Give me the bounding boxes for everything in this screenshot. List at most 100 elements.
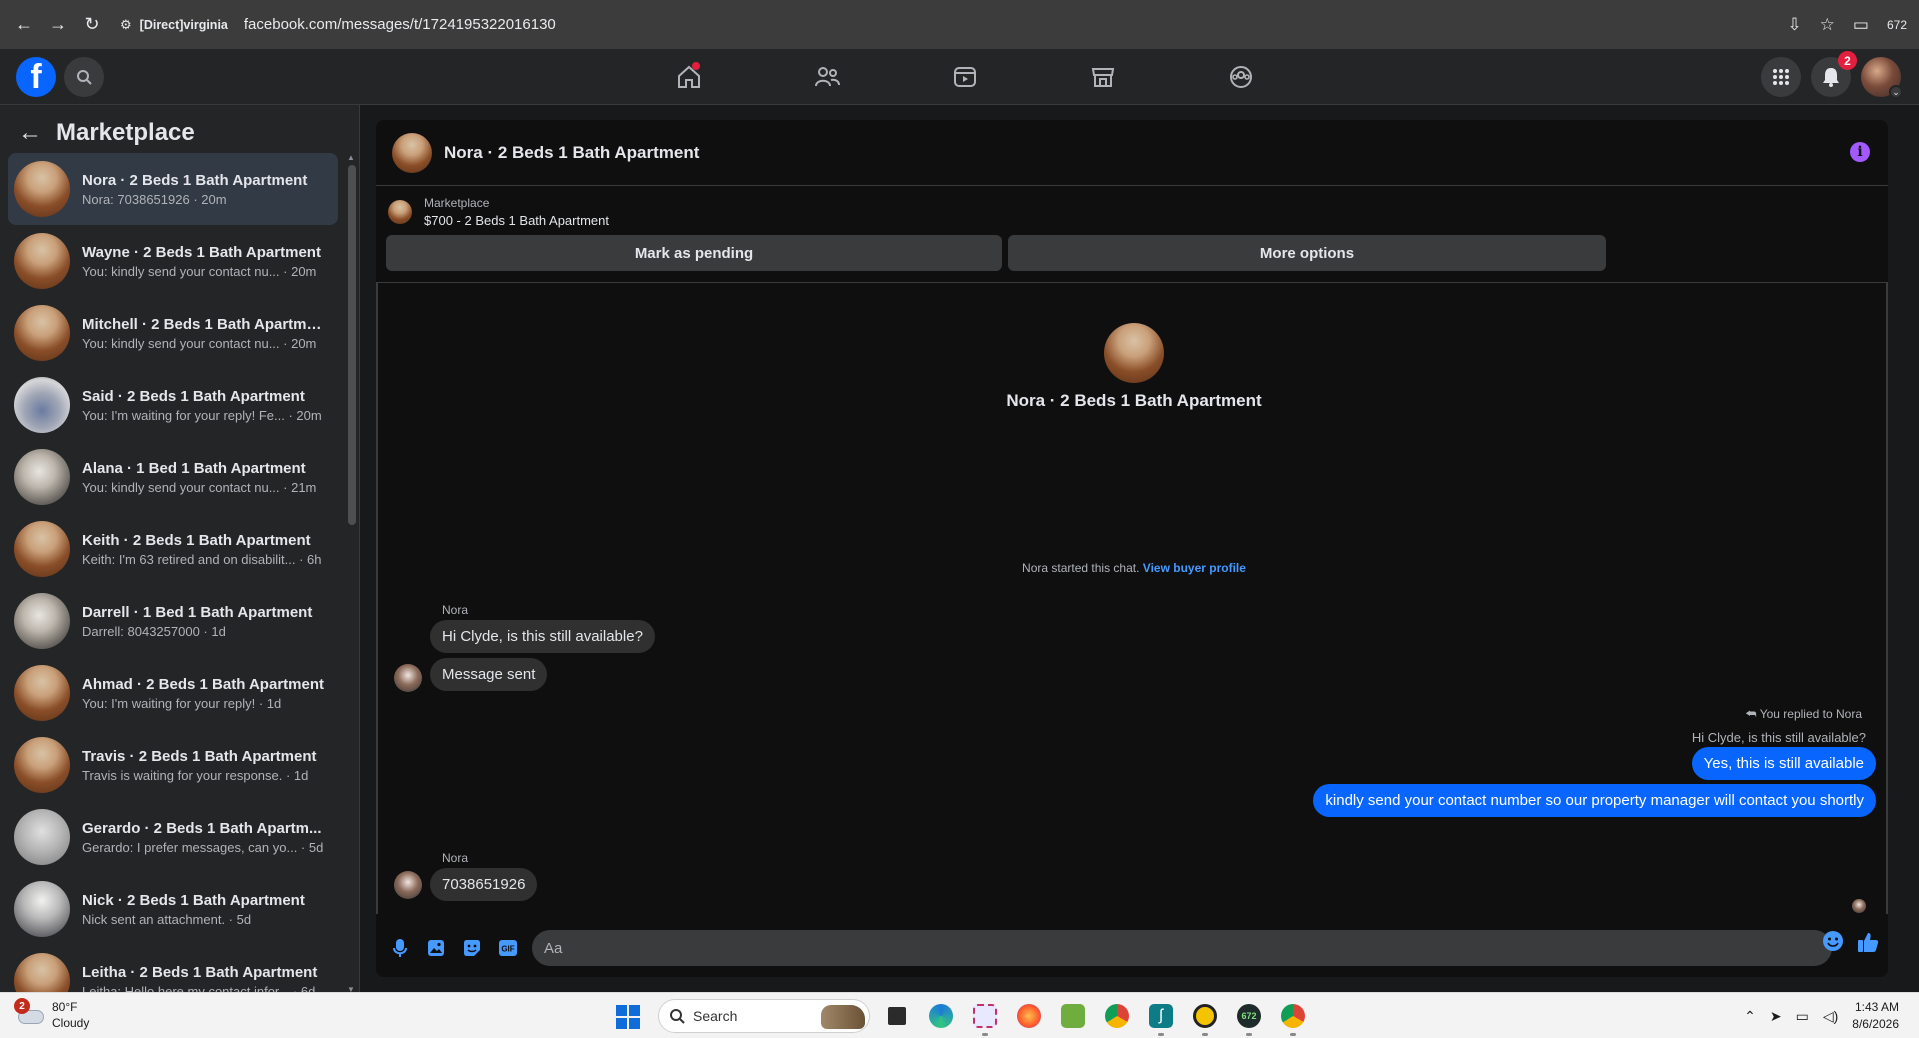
sticker-button[interactable] [454, 930, 490, 966]
sender-avatar[interactable] [394, 664, 422, 692]
taskbar-chrome-profile[interactable] [1276, 999, 1310, 1036]
conversation-item[interactable]: Mitchell · 2 Beds 1 Bath Apartme... You: … [8, 297, 338, 369]
taskbar-chrome[interactable] [1100, 999, 1134, 1033]
extension-label[interactable]: [Direct]virginia [140, 18, 228, 32]
like-button[interactable] [1856, 930, 1880, 958]
more-options-button[interactable]: More options [1008, 235, 1606, 271]
conversation-name: Darrell · 1 Bed 1 Bath Apartment [82, 603, 313, 621]
conversation-thumbnail [14, 449, 70, 505]
windows-logo-icon [629, 1005, 640, 1016]
message-bubble-incoming[interactable]: Message sent [430, 658, 548, 691]
video-icon [954, 67, 976, 87]
tab-search-icon[interactable]: ▭ [1853, 15, 1869, 35]
conversation-item[interactable]: Nick · 2 Beds 1 Bath Apartment Nick sent … [8, 873, 338, 945]
conversation-item[interactable]: Nora · 2 Beds 1 Bath Apartment Nora: 7038… [8, 153, 338, 225]
conversation-preview: Darrell: 8043257000 · 1d [82, 623, 226, 639]
conversation-thumbnail [14, 521, 70, 577]
conversation-name: Travis · 2 Beds 1 Bath Apartment [82, 747, 317, 765]
intro-avatar [1104, 323, 1164, 383]
groups-tab[interactable] [1172, 49, 1310, 105]
marketplace-tab[interactable] [1034, 49, 1172, 105]
quoted-message[interactable]: Hi Clyde, is this still available? [1692, 730, 1866, 745]
volume-icon[interactable]: ◁) [1823, 1008, 1838, 1025]
taskbar-edge[interactable] [924, 999, 958, 1033]
info-icon[interactable]: i [1850, 142, 1870, 162]
network-icon[interactable]: ▭ [1796, 1008, 1809, 1025]
reload-icon[interactable]: ↻ [78, 11, 106, 39]
menu-button[interactable] [1761, 57, 1801, 97]
forward-arrow-icon[interactable]: → [44, 11, 72, 39]
home-tab[interactable] [620, 49, 758, 105]
message-bubble-outgoing[interactable]: Yes, this is still available [1691, 747, 1876, 780]
gif-button[interactable]: GIF [490, 930, 526, 966]
listing-summary[interactable]: Marketplace $700 - 2 Beds 1 Bath Apartme… [388, 196, 609, 228]
facebook-logo-icon[interactable]: f [16, 57, 56, 97]
scroll-up-icon[interactable]: ▲ [347, 153, 355, 162]
attach-photo-button[interactable] [418, 930, 454, 966]
bookmark-star-icon[interactable]: ☆ [1820, 15, 1835, 35]
conversation-name: Nora · 2 Beds 1 Bath Apartment [82, 171, 308, 189]
conversation-list: Nora · 2 Beds 1 Bath Apartment Nora: 7038… [8, 153, 338, 992]
taskbar-app-chart[interactable] [1056, 999, 1090, 1033]
message-bubble-incoming[interactable]: 7038651926 [430, 868, 538, 901]
task-view-icon [888, 1007, 906, 1025]
taskbar-app-s[interactable]: ʃ [1144, 999, 1178, 1036]
conversation-item[interactable]: Wayne · 2 Beds 1 Bath Apartment You: kind… [8, 225, 338, 297]
conversation-item[interactable]: Said · 2 Beds 1 Bath Apartment You: I'm w… [8, 369, 338, 441]
video-tab[interactable] [896, 49, 1034, 105]
message-input[interactable] [532, 930, 1832, 966]
extension-count[interactable]: 672 [1887, 18, 1907, 32]
taskbar-app-x[interactable] [1188, 999, 1222, 1036]
conversation-name: Leitha · 2 Beds 1 Bath Apartment [82, 963, 318, 981]
back-arrow-icon[interactable]: ← [10, 11, 38, 39]
back-arrow-icon[interactable]: ← [18, 119, 42, 147]
chat-started-notice: Nora started this chat. View buyer profi… [378, 561, 1890, 575]
mark-as-pending-button[interactable]: Mark as pending [386, 235, 1002, 271]
voice-clip-button[interactable] [382, 930, 418, 966]
search-button[interactable] [64, 57, 104, 97]
site-settings-icon[interactable]: ⚙ [120, 17, 132, 33]
install-app-icon[interactable]: ⇩ [1787, 15, 1801, 35]
emoji-button[interactable] [1822, 930, 1844, 956]
sender-avatar[interactable] [394, 871, 422, 899]
svg-text:GIF: GIF [501, 945, 514, 954]
conversation-thumbnail [14, 737, 70, 793]
clock[interactable]: 1:43 AM 8/6/2026 [1852, 999, 1899, 1033]
taskbar-search[interactable]: Search [658, 999, 870, 1033]
taskbar-task-view[interactable] [880, 999, 914, 1033]
snipping-tool-icon [973, 1004, 997, 1028]
conversation-item[interactable]: Gerardo · 2 Beds 1 Bath Apartm... Gerardo… [8, 801, 338, 873]
taskbar-firefox[interactable] [1012, 999, 1046, 1033]
conversation-name: Ahmad · 2 Beds 1 Bath Apartment [82, 675, 324, 693]
taskbar-app-counter[interactable]: 672 [1232, 999, 1266, 1036]
conversation-preview: You: kindly send your contact nu... · 20… [82, 335, 317, 351]
taskbar-snipping-tool[interactable] [968, 999, 1002, 1036]
weather-widget[interactable]: 2 80°F Cloudy [14, 998, 89, 1031]
conversation-item[interactable]: Alana · 1 Bed 1 Bath Apartment You: kindl… [8, 441, 338, 513]
running-indicator [1290, 1033, 1296, 1036]
notifications-button[interactable]: 2 [1811, 51, 1857, 97]
chat-title[interactable]: Nora · 2 Beds 1 Bath Apartment [444, 143, 699, 163]
account-avatar[interactable]: ⌄ [1861, 57, 1903, 99]
scrollbar-thumb[interactable] [348, 165, 356, 525]
conversation-item[interactable]: Darrell · 1 Bed 1 Bath Apartment Darrell:… [8, 585, 338, 657]
temperature: 80°F [52, 1000, 78, 1014]
location-icon[interactable]: ➤ [1770, 1008, 1782, 1025]
conversation-preview: Nora: 7038651926 · 20m [82, 191, 227, 207]
sidebar-scrollbar[interactable]: ▲ ▼ [347, 153, 356, 994]
conversation-item[interactable]: Travis · 2 Beds 1 Bath Apartment Travis i… [8, 729, 338, 801]
conversation-item[interactable]: Keith · 2 Beds 1 Bath Apartment Keith: I'… [8, 513, 338, 585]
message-bubble-outgoing[interactable]: kindly send your contact number so our p… [1313, 784, 1876, 817]
friends-tab[interactable] [758, 49, 896, 105]
chat-avatar[interactable] [392, 132, 432, 173]
conversation-item[interactable]: Ahmad · 2 Beds 1 Bath Apartment You: I'm … [8, 657, 338, 729]
message-bubble-incoming[interactable]: Hi Clyde, is this still available? [430, 620, 655, 653]
start-button[interactable] [616, 1005, 640, 1029]
notification-badge: 2 [1838, 51, 1857, 70]
view-buyer-profile-link[interactable]: View buyer profile [1143, 561, 1246, 575]
conversation-preview: Keith: I'm 63 retired and on disabilit..… [82, 551, 322, 567]
chevron-up-icon[interactable]: ⌃ [1744, 1008, 1756, 1025]
running-indicator [1246, 1033, 1252, 1036]
conversation-item[interactable]: Leitha · 2 Beds 1 Bath Apartment Leitha: … [8, 945, 338, 992]
address-bar[interactable]: facebook.com/messages/t/1724195322016130 [244, 16, 556, 33]
